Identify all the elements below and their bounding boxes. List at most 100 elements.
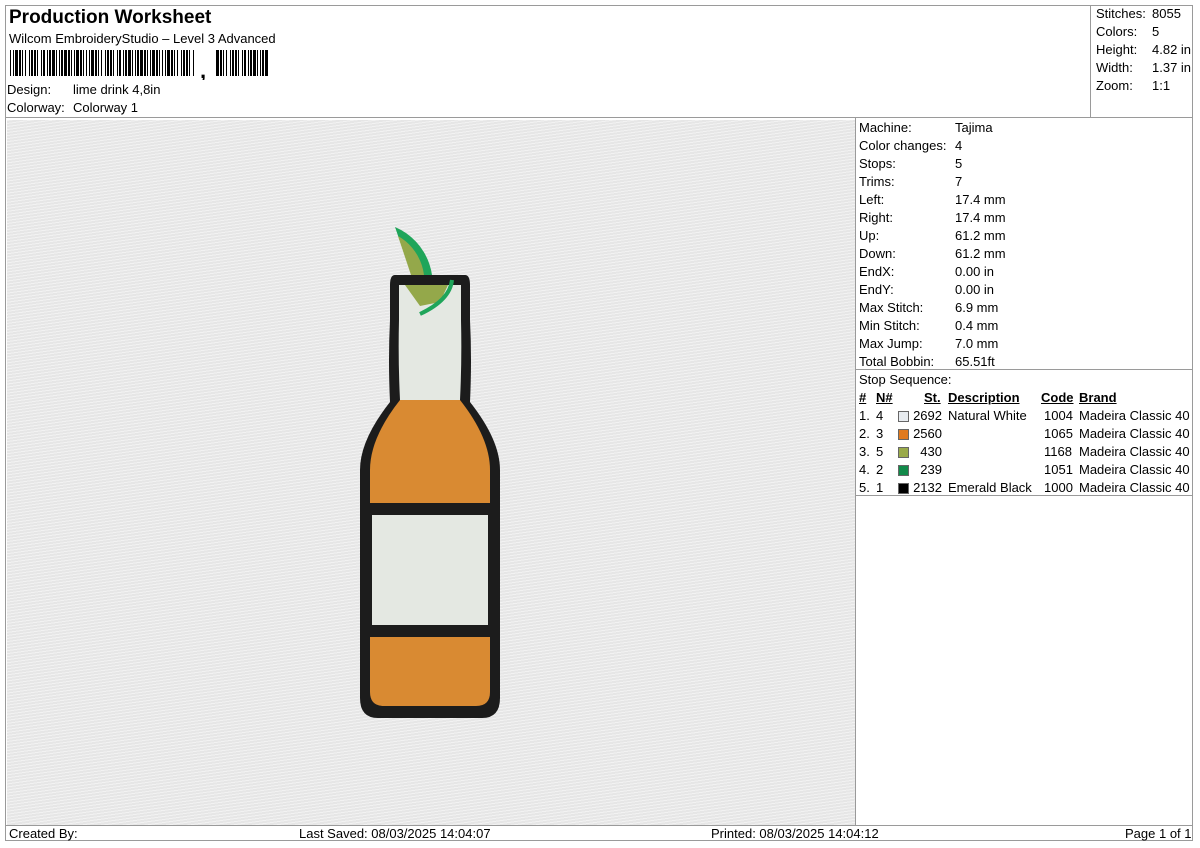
row-brand: Madeira Classic 40 bbox=[1079, 480, 1190, 495]
lime-drink-design bbox=[360, 227, 500, 718]
row-stitches: 2132 bbox=[913, 480, 942, 495]
barcode-bar bbox=[56, 50, 57, 76]
printed-date: Printed: 08/03/2025 14:04:12 bbox=[711, 826, 879, 841]
barcode-bar bbox=[123, 50, 124, 76]
stitches-value: 8055 bbox=[1152, 6, 1181, 21]
barcode: , bbox=[10, 50, 270, 83]
barcode-bar bbox=[98, 50, 99, 76]
barcode-bar bbox=[226, 50, 227, 76]
barcode-bar bbox=[83, 50, 84, 76]
col-header-st: St. bbox=[924, 390, 941, 405]
machine-info-value: 61.2 mm bbox=[955, 228, 1006, 243]
machine-info-value: 17.4 mm bbox=[955, 192, 1006, 207]
barcode-bar bbox=[162, 50, 163, 76]
barcode-bar bbox=[74, 50, 75, 76]
machine-info-value: 61.2 mm bbox=[955, 246, 1006, 261]
col-header-brand: Brand bbox=[1079, 390, 1117, 405]
row-num: 4. bbox=[859, 462, 870, 477]
row-needle: 1 bbox=[876, 480, 884, 495]
row-code: 1051 bbox=[1044, 462, 1073, 477]
barcode-bar bbox=[113, 50, 114, 76]
summary-divider bbox=[1090, 5, 1091, 118]
barcode-bar bbox=[15, 50, 18, 76]
barcode-bar bbox=[137, 50, 139, 76]
barcode-bar bbox=[86, 50, 87, 76]
row-needle: 5 bbox=[876, 444, 884, 459]
page-number: Page 1 of 1 bbox=[1125, 826, 1192, 841]
row-brand: Madeira Classic 40 bbox=[1079, 408, 1190, 423]
barcode-bar bbox=[95, 50, 97, 76]
barcode-bar bbox=[101, 50, 102, 76]
col-header-description: Description bbox=[948, 390, 1020, 405]
barcode-bar bbox=[10, 50, 11, 76]
bottle-label-shape bbox=[372, 515, 488, 625]
machine-info-label: Machine: bbox=[859, 120, 912, 135]
row-brand: Madeira Classic 40 bbox=[1079, 444, 1190, 459]
machine-info-value: 5 bbox=[955, 156, 963, 171]
barcode-bar bbox=[52, 50, 55, 76]
row-stitches: 2692 bbox=[913, 408, 942, 423]
created-by: Created By: bbox=[9, 826, 78, 841]
barcode-bar bbox=[107, 50, 109, 76]
row-description: Natural White bbox=[948, 408, 1027, 423]
machine-info-value: 4 bbox=[955, 138, 963, 153]
colors-label: Colors: bbox=[1096, 24, 1138, 39]
row-code: 1168 bbox=[1044, 444, 1072, 459]
barcode-bar bbox=[189, 50, 190, 76]
barcode-bar bbox=[64, 50, 67, 76]
sequence-divider bbox=[855, 369, 1193, 370]
row-needle: 4 bbox=[876, 408, 884, 423]
barcode-bar bbox=[181, 50, 182, 76]
barcode-bar bbox=[253, 50, 256, 76]
machine-info-label: Max Stitch: bbox=[859, 300, 924, 315]
header-divider bbox=[5, 117, 1193, 118]
machine-info-label: EndX: bbox=[859, 264, 895, 279]
barcode-bar bbox=[61, 50, 63, 76]
machine-info-value: 65.51ft bbox=[955, 354, 995, 369]
barcode-bar bbox=[174, 50, 175, 76]
barcode-bar bbox=[125, 50, 127, 76]
col-header-num: # bbox=[859, 390, 867, 405]
sequence-bottom-divider bbox=[855, 495, 1193, 496]
last-saved: Last Saved: 08/03/2025 14:04:07 bbox=[299, 826, 491, 841]
barcode-bar bbox=[156, 50, 158, 76]
barcode-bar bbox=[49, 50, 51, 76]
barcode-bar bbox=[80, 50, 82, 76]
barcode-bar bbox=[105, 50, 106, 76]
barcode-bar bbox=[147, 50, 148, 76]
barcode-bar bbox=[31, 50, 33, 76]
machine-info-label: Up: bbox=[859, 228, 880, 243]
barcode-bar bbox=[257, 50, 258, 76]
barcode-bar bbox=[68, 50, 70, 76]
barcode-bar bbox=[119, 50, 121, 76]
barcode-bar bbox=[216, 50, 219, 76]
design-value: lime drink 4,8in bbox=[73, 82, 161, 97]
barcode-bar bbox=[220, 50, 222, 76]
row-code: 1004 bbox=[1044, 408, 1073, 423]
barcode-bar bbox=[37, 50, 38, 76]
barcode-bar bbox=[76, 50, 79, 76]
row-stitches: 2560 bbox=[913, 426, 942, 441]
machine-info-value: 0.00 in bbox=[955, 282, 995, 297]
barcode-bar bbox=[242, 50, 243, 76]
design-preview bbox=[7, 120, 855, 825]
barcode-bar bbox=[250, 50, 252, 76]
height-label: Height: bbox=[1096, 42, 1138, 57]
barcode-bar bbox=[91, 50, 94, 76]
row-code: 1000 bbox=[1044, 480, 1073, 495]
width-value: 1.37 in bbox=[1152, 60, 1192, 75]
barcode-bar bbox=[132, 50, 133, 76]
machine-info-label: Total Bobbin: bbox=[859, 354, 935, 369]
machine-info-label: Max Jump: bbox=[859, 336, 923, 351]
barcode-bar bbox=[41, 50, 42, 76]
machine-info-value: 7.0 mm bbox=[955, 336, 999, 351]
barcode-bar bbox=[262, 50, 264, 76]
barcode-bar bbox=[135, 50, 136, 76]
bottle-bottom-fill-shape bbox=[370, 637, 490, 706]
barcode-bar bbox=[34, 50, 36, 76]
row-needle: 2 bbox=[876, 462, 884, 477]
row-brand: Madeira Classic 40 bbox=[1079, 426, 1190, 441]
barcode-bar bbox=[159, 50, 160, 76]
barcode-bar bbox=[183, 50, 185, 76]
barcode-bar bbox=[171, 50, 173, 76]
